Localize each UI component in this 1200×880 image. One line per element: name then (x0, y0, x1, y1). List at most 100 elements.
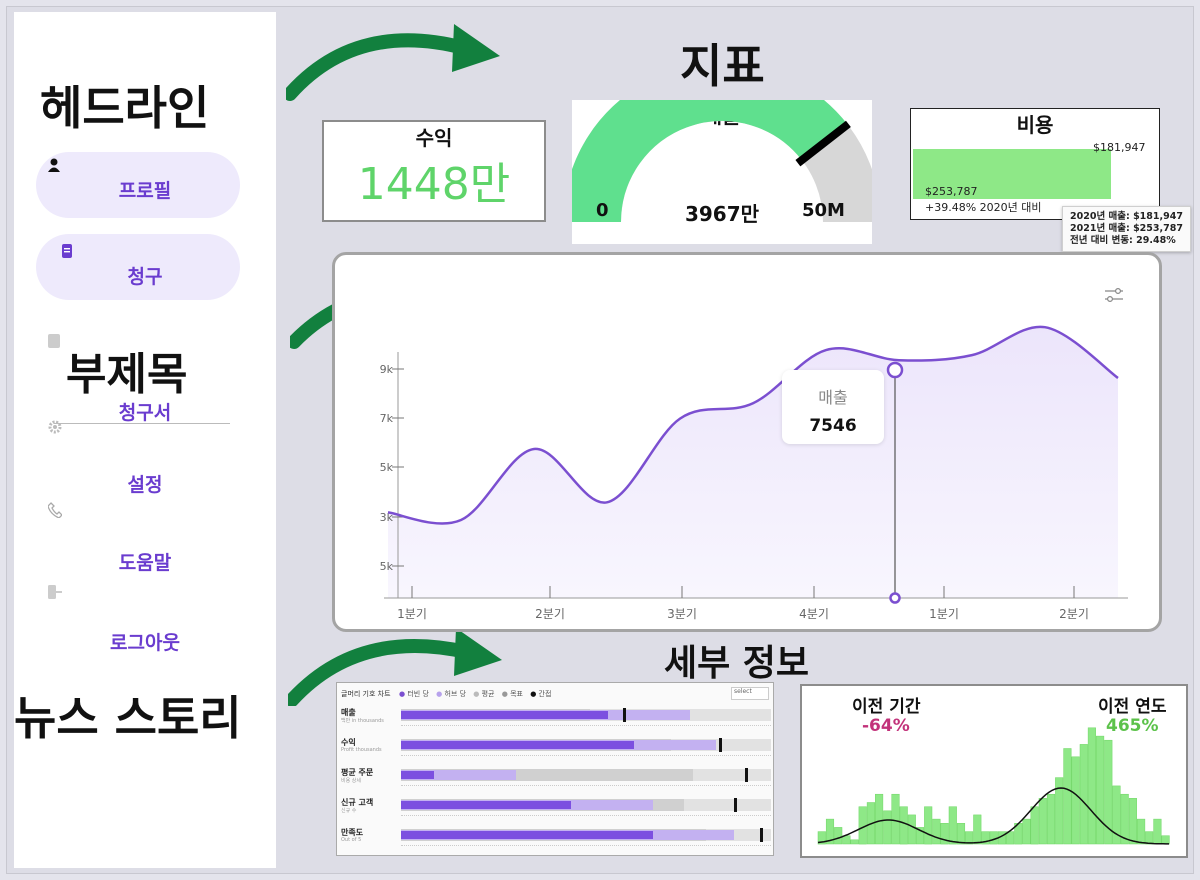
histogram-bar (883, 810, 892, 845)
arrow-to-metrics-icon (286, 24, 500, 101)
legend-item: 허브 당 (444, 690, 467, 698)
crosshair-marker[interactable] (886, 361, 904, 379)
bullet-row-sublabel: 신규 수 (341, 808, 357, 814)
cost-tooltip: 2020년 매출: $181,947 2021년 매출: $253,787 전년… (1062, 206, 1191, 252)
x-tick-label: 1분기 (929, 607, 959, 621)
profit-value: 1448만 (357, 159, 511, 210)
histogram-bar (1022, 818, 1031, 845)
news-story-heading: 뉴스 스토리 (14, 691, 242, 745)
histogram-bar (1038, 798, 1047, 845)
bullet-row-sublabel: 백만 in thousands (341, 718, 384, 724)
bullet-axis (401, 815, 771, 816)
sidebar-divider (54, 423, 230, 424)
legend-dot: ● (436, 690, 443, 698)
bullet-legend-title: 글머리 기호 차트 (341, 690, 391, 698)
histogram-bar (842, 835, 851, 845)
details-heading: 세부 정보 (664, 643, 810, 684)
x-tick-label: 1분기 (397, 607, 427, 621)
bullet-target-marker (734, 798, 737, 812)
sales-max: 50M (802, 200, 845, 221)
legend-item: 간접 (538, 690, 552, 698)
bullet-row: 매출 백만 in thousands (337, 705, 773, 731)
histogram-bar (891, 793, 900, 845)
cost-label: 비용 (1016, 113, 1054, 137)
bullet-legend: ● 터빈 당 ● 허브 당 ● 평균 ● 목표 ● 간접 (399, 689, 551, 699)
legend-item: 터빈 당 (407, 690, 429, 698)
bullet-row-sublabel: Profit thousands (341, 747, 382, 753)
metrics-heading: 지표 (680, 39, 765, 93)
histogram-bar (1063, 748, 1072, 845)
histogram-bar (1161, 835, 1170, 845)
x-tick-label: 3분기 (667, 607, 697, 621)
x-tick-label: 4분기 (799, 607, 829, 621)
gear-icon (48, 420, 62, 434)
histogram-bar (875, 793, 884, 845)
histogram-bar (1096, 735, 1105, 845)
x-tick-label: 2분기 (535, 607, 565, 621)
histogram-bar (932, 818, 941, 845)
bullet-target-marker (760, 828, 763, 842)
sidebar-item-help[interactable]: 도움말 (14, 548, 276, 575)
histogram-bar (907, 814, 916, 845)
x-tick-label: 2분기 (1059, 607, 1089, 621)
bullet-target-marker (623, 708, 626, 722)
legend-dot: ● (473, 690, 480, 698)
sidebar-item-settings[interactable]: 설정 (14, 470, 276, 497)
bullet-select[interactable]: select (731, 687, 769, 700)
cost-value-2021: $253,787 (925, 185, 978, 198)
legend-dot: ● (399, 690, 406, 698)
legend-dot: ● (530, 690, 537, 698)
bullet-row: 평균 주문 비용 상세 (337, 765, 773, 791)
histogram-bar (850, 839, 859, 845)
bullet-axis (401, 725, 771, 726)
histogram-bar (1128, 798, 1137, 845)
legend-item: 평균 (481, 690, 495, 698)
bullet-value-bar (401, 771, 434, 779)
bullet-target-marker (745, 768, 748, 782)
y-tick-label: 5k (380, 461, 394, 474)
histogram-bar (1071, 756, 1080, 845)
legend-dot: ● (501, 690, 508, 698)
bullet-row-sublabel: 비용 상세 (341, 778, 361, 784)
bullet-row: 신규 고객 신규 수 (337, 795, 773, 821)
cost-card: 비용 $181,947 $253,787 +39.48% 2020년 대비 (910, 108, 1160, 220)
histogram-bar (948, 806, 957, 845)
document-icon (62, 244, 72, 258)
bullet-chart-card: 글머리 기호 차트 ● 터빈 당 ● 허브 당 ● 평균 ● 목표 ● 간접 s… (336, 682, 774, 856)
histogram-bar (1145, 831, 1154, 845)
histogram-chart (817, 727, 1170, 845)
bullet-row: 만족도 Out of 5 (337, 825, 773, 851)
bullet-value-bar (401, 741, 634, 749)
cost-value-2020: $181,947 (1093, 141, 1146, 154)
logout-icon (48, 585, 62, 599)
cost-change: +39.48% 2020년 대비 (925, 201, 1042, 214)
trend-tooltip-label: 매출 (818, 388, 848, 407)
histogram-bar (1079, 744, 1088, 845)
bullet-value-bar (401, 711, 608, 719)
trend-chart: 9k7k5k3k5k1분기 2분기 3분기 4분기 1분기 2분기 (380, 325, 1128, 621)
histogram-bar (1137, 818, 1146, 845)
bullet-row-sublabel: Out of 5 (341, 837, 362, 843)
cost-tooltip-line: 2021년 매출: $253,787 (1070, 223, 1183, 234)
bullet-target-marker (719, 738, 722, 752)
y-tick-label: 5k (380, 560, 394, 573)
phone-icon (48, 502, 62, 518)
histogram-bar (834, 827, 843, 845)
bullet-row: 수익 Profit thousands (337, 735, 773, 761)
histogram-bar (1030, 806, 1039, 845)
sidebar-item-logout[interactable]: 로그아웃 (14, 628, 276, 655)
crosshair-axis-marker (889, 592, 901, 604)
histogram-bar (899, 806, 908, 845)
legend-item: 목표 (510, 690, 523, 698)
trend-tooltip-value: 7546 (809, 416, 857, 436)
subtitle: 부제목 (66, 349, 188, 400)
sales-gauge-card: 매출 0 3967만 50M (572, 100, 872, 244)
cost-tooltip-line: 전년 대비 변동: 29.48% (1070, 235, 1176, 246)
sidebar: 헤드라인 프로필 청구 부제목 청구서 설정 도움말 로그아웃 뉴스 스토리 (14, 12, 276, 868)
bullet-value-bar (401, 831, 653, 839)
sidebar-item-profile[interactable]: 프로필 (14, 176, 276, 203)
bullet-axis (401, 785, 771, 786)
sidebar-item-billing[interactable]: 청구 (14, 262, 276, 289)
person-icon (48, 158, 60, 172)
y-tick-label: 7k (380, 412, 394, 425)
